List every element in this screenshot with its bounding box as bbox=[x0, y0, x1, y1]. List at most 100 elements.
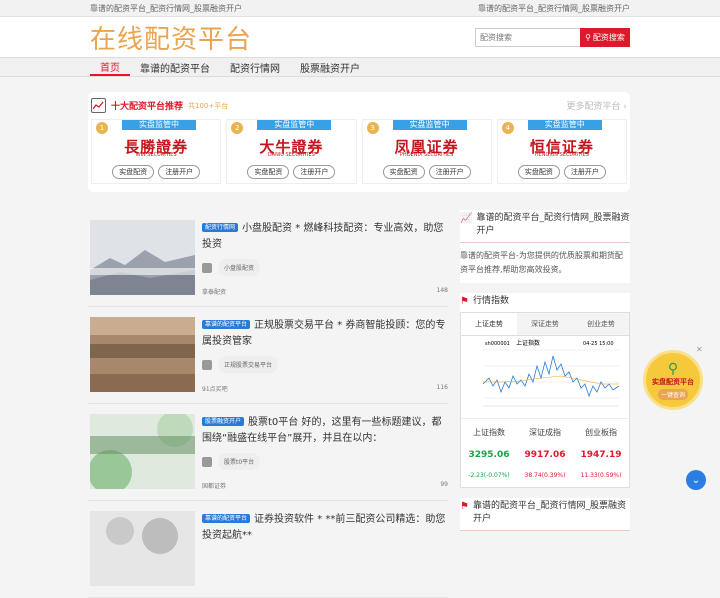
recommend-panel: 十大配资平台推荐 共100+平台 更多配资平台 › 1 实盘监管中 長勝證券 W… bbox=[88, 92, 630, 192]
top-bar-right: 靠谱的配资平台_配资行情网_股票融资开户 bbox=[478, 3, 630, 13]
article-title: 靠谱的配资平台 证券投资软件 * **前三配资公司精选：助您投资起航** bbox=[202, 511, 448, 544]
nav-item-home[interactable]: 首页 bbox=[90, 58, 130, 76]
bottom-title: 靠谱的配资平台_配资行情网_股票融资开户 bbox=[472, 501, 626, 524]
category-tag[interactable]: 股票融资开户 bbox=[202, 417, 245, 426]
index-shenzhen[interactable]: 深证成指 9917.06 38.74(0.39%) bbox=[517, 419, 573, 487]
top-bar: 靠谱的配资平台_配资行情网_股票融资开户 靠谱的配资平台_配资行情网_股票融资开… bbox=[0, 0, 720, 17]
chart-label: 上证指数 bbox=[516, 339, 540, 347]
tag-icon bbox=[202, 262, 212, 273]
index-change: 38.74(0.39%) bbox=[524, 472, 566, 479]
supervised-badge: 实盘监管中 bbox=[392, 120, 467, 130]
register-button[interactable]: 注册开户 bbox=[293, 165, 336, 179]
rank-badge: 2 bbox=[231, 122, 244, 134]
list-item[interactable]: 配资行情网 小盘股配资 * 燃峰科技配资：专业高效，助您投资 小盘股配资 拿泰配资… bbox=[88, 210, 448, 307]
scroll-top-button[interactable]: ⌄ bbox=[686, 470, 706, 490]
author[interactable]: 国都证券 bbox=[202, 481, 226, 490]
article-title: 靠谱的配资平台 正规股票交易平台 * 券商智能投顾：您的专属投资管家 bbox=[202, 317, 448, 350]
chart-icon: 📈 bbox=[460, 213, 473, 224]
about-title: 靠谱的配资平台_配资行情网_股票融资开户 bbox=[476, 213, 630, 236]
article-title: 股票融资开户 股票t0平台 好的，这里有一些标题建议，都围绕“融盛在线平台”展开，… bbox=[202, 414, 448, 447]
article-title: 配资行情网 小盘股配资 * 燃峰科技配资：专业高效，助您投资 bbox=[202, 220, 448, 253]
index-panel: 上证走势 深证走势 创业走势 sh000001 上证指数 04-25 15:00 bbox=[460, 312, 630, 488]
platform-card[interactable]: 3 实盘监管中 凤凰证券 PHOENIX SECURITIES 实盘配资 注册开… bbox=[361, 119, 492, 184]
tag-icon bbox=[202, 359, 212, 370]
category-tag[interactable]: 配资行情网 bbox=[202, 223, 239, 232]
search-form: ⚲ 配资搜索 bbox=[475, 27, 630, 47]
category-tag[interactable]: 靠谱的配资平台 bbox=[202, 320, 251, 329]
supervised-badge: 实盘监管中 bbox=[527, 120, 602, 130]
nav-item-market[interactable]: 配资行情网 bbox=[220, 58, 290, 76]
platform-english-name: PHOENIX SECURITIES bbox=[399, 152, 454, 158]
recommend-title: 十大配资平台推荐 bbox=[111, 102, 184, 112]
list-item[interactable]: 靠谱的配资平台 正规股票交易平台 * 券商智能投顾：您的专属投资管家 正规股票交易… bbox=[88, 307, 448, 404]
index-chart: sh000001 上证指数 04-25 15:00 bbox=[461, 336, 629, 418]
index-title: 行情指数 bbox=[472, 296, 509, 306]
index-chinext[interactable]: 创业板指 1947.19 11.33(0.59%) bbox=[573, 419, 629, 487]
chart-time: 04-25 15:00 bbox=[583, 341, 614, 347]
article-thumbnail[interactable] bbox=[90, 414, 195, 489]
register-button[interactable]: 注册开户 bbox=[563, 165, 606, 179]
rank-badge: 1 bbox=[96, 122, 108, 134]
register-button[interactable]: 注册开户 bbox=[158, 165, 201, 179]
index-name: 上证指数 bbox=[473, 428, 505, 437]
list-item[interactable]: 靠谱的配资平台 证券投资软件 * **前三配资公司精选：助您投资起航** bbox=[88, 501, 448, 598]
index-name: 深证成指 bbox=[529, 428, 561, 437]
article-title-text[interactable]: 小盘股配资 * 燃峰科技配资：专业高效，助您投资 bbox=[202, 223, 443, 250]
sidebar: 📈 靠谱的配资平台_配资行情网_股票融资开户 靠谱的配资平台-为您提供的优质股票和… bbox=[460, 210, 630, 541]
platform-english-name: DANIU SECURITIES bbox=[267, 152, 315, 158]
index-value: 3295.06 bbox=[468, 450, 510, 460]
trade-button[interactable]: 实盘配资 bbox=[112, 165, 155, 179]
floating-ad[interactable]: ⚲ 实盘配资平台 一键查询 bbox=[643, 350, 703, 410]
bottom-box: ⚑ 靠谱的配资平台_配资行情网_股票融资开户 bbox=[460, 498, 630, 531]
article-thumbnail[interactable] bbox=[90, 511, 195, 586]
article-thumbnail[interactable] bbox=[90, 220, 195, 295]
nav-item-platform[interactable]: 靠谱的配资平台 bbox=[130, 58, 220, 76]
keyword-pill[interactable]: 股票t0平台 bbox=[218, 453, 261, 470]
main-nav: 首页 靠谱的配资平台 配资行情网 股票融资开户 bbox=[0, 57, 720, 77]
article-thumbnail[interactable] bbox=[90, 317, 195, 392]
keyword-pill[interactable]: 正规股票交易平台 bbox=[218, 356, 279, 373]
keyword-pill[interactable]: 小盘股配资 bbox=[218, 259, 261, 276]
index-change: 11.33(0.59%) bbox=[580, 472, 622, 479]
view-count: 148 bbox=[436, 287, 448, 294]
register-button[interactable]: 注册开户 bbox=[428, 165, 471, 179]
search-input[interactable] bbox=[475, 27, 580, 47]
list-item[interactable]: 股票融资开户 股票t0平台 好的，这里有一些标题建议，都围绕“融盛在线平台”展开，… bbox=[88, 404, 448, 501]
chevron-right-icon: › bbox=[623, 102, 627, 112]
author[interactable]: 拿泰配资 bbox=[202, 287, 226, 296]
trade-button[interactable]: 实盘配资 bbox=[517, 165, 560, 179]
about-box: 📈 靠谱的配资平台_配资行情网_股票融资开户 靠谱的配资平台-为您提供的优质股票和… bbox=[460, 210, 630, 283]
trade-button[interactable]: 实盘配资 bbox=[247, 165, 290, 179]
more-platforms-link[interactable]: 更多配资平台 › bbox=[567, 99, 628, 112]
bookmark-icon: ⚑ bbox=[460, 296, 469, 307]
chart-code: sh000001 bbox=[485, 341, 510, 347]
tag-icon bbox=[202, 456, 212, 467]
chart-icon bbox=[91, 98, 106, 113]
close-icon[interactable]: ✕ bbox=[696, 345, 703, 354]
tab-shanghai[interactable]: 上证走势 bbox=[461, 313, 517, 335]
search-button-label: 配资搜索 bbox=[592, 32, 625, 42]
tab-shenzhen[interactable]: 深证走势 bbox=[517, 313, 573, 335]
index-shanghai[interactable]: 上证指数 3295.06 -2.23(-0.07%) bbox=[461, 419, 517, 487]
index-value: 1947.19 bbox=[580, 450, 622, 460]
float-ad-subtitle: 一键查询 bbox=[657, 388, 688, 400]
view-count: 99 bbox=[440, 481, 448, 488]
author[interactable]: 91点买吧 bbox=[202, 384, 228, 393]
magnifier-icon: ⚲ bbox=[667, 360, 679, 377]
index-box: ⚑ 行情指数 上证走势 深证走势 创业走势 sh000001 上证指数 04-25… bbox=[460, 293, 630, 488]
platform-card[interactable]: 4 实盘监管中 恒信证券 HENGXIN SECURITIES 实盘配资 注册开… bbox=[496, 119, 627, 184]
float-ad-title: 实盘配资平台 bbox=[652, 377, 694, 386]
platform-card[interactable]: 1 实盘监管中 長勝證券 WIN SECURITIES 实盘配资 注册开户 bbox=[91, 119, 222, 184]
site-logo[interactable]: 在线配资平台 bbox=[90, 19, 252, 56]
platform-card[interactable]: 2 实盘监管中 大牛證券 DANIU SECURITIES 实盘配资 注册开户 bbox=[226, 119, 357, 184]
rank-badge: 3 bbox=[366, 122, 379, 134]
rank-badge: 4 bbox=[501, 122, 514, 134]
search-button[interactable]: ⚲ 配资搜索 bbox=[580, 27, 630, 47]
trade-button[interactable]: 实盘配资 bbox=[382, 165, 425, 179]
supervised-badge: 实盘监管中 bbox=[122, 120, 196, 130]
platform-english-name: HENGXIN SECURITIES bbox=[534, 152, 589, 158]
chevron-down-icon: ⌄ bbox=[691, 474, 701, 486]
nav-item-account[interactable]: 股票融资开户 bbox=[290, 58, 370, 76]
tab-chinext[interactable]: 创业走势 bbox=[573, 313, 629, 335]
category-tag[interactable]: 靠谱的配资平台 bbox=[202, 514, 251, 523]
